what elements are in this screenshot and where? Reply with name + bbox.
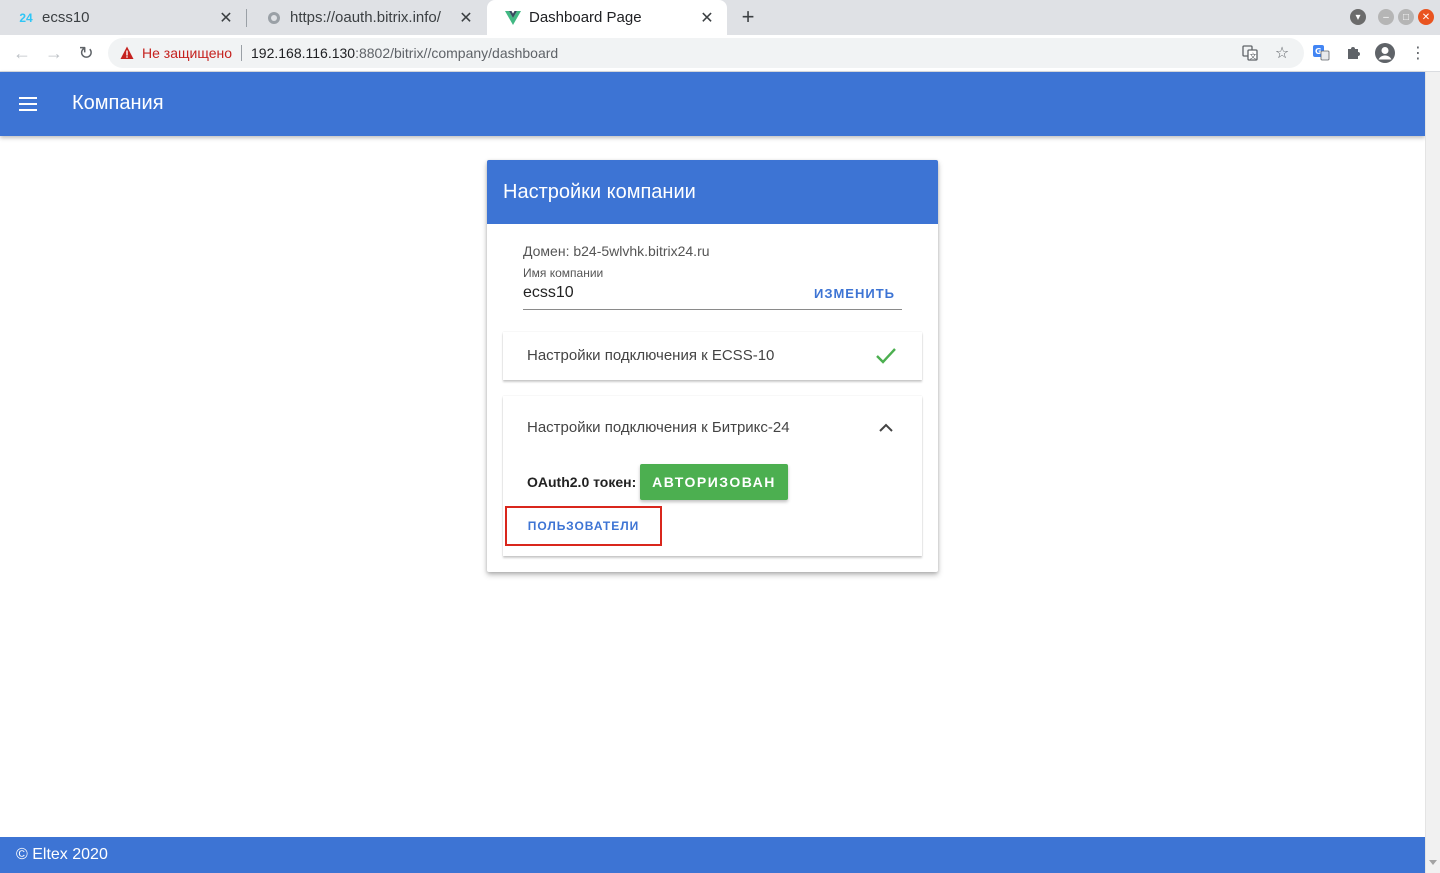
translate-icon[interactable]: 文 xyxy=(1238,38,1262,68)
close-tab-icon[interactable]: ✕ xyxy=(456,8,476,28)
company-name-field[interactable]: ecss10 xyxy=(523,284,574,302)
close-tab-icon[interactable]: ✕ xyxy=(697,8,717,28)
close-window-icon[interactable]: ✕ xyxy=(1418,9,1434,25)
vue-icon xyxy=(505,10,521,26)
maximize-window-icon[interactable]: □ xyxy=(1398,9,1414,25)
ecss-settings-panel[interactable]: Настройки подключения к ECSS-10 xyxy=(503,332,922,380)
reload-icon[interactable]: ↻ xyxy=(74,41,98,65)
footer-copyright: © Eltex 2020 xyxy=(16,846,108,863)
browser-tab-dashboard[interactable]: Dashboard Page ✕ xyxy=(487,0,727,35)
card-header: Настройки компании xyxy=(487,160,938,224)
tab-title: Dashboard Page xyxy=(529,9,642,26)
check-icon xyxy=(876,348,896,364)
address-bar[interactable]: Не защищено 192.168.116.130:8802/bitrix/… xyxy=(108,38,1304,68)
tab-separator xyxy=(246,9,247,27)
url-host: 192.168.116.130 xyxy=(251,45,356,61)
company-name-label: Имя компании xyxy=(523,266,604,280)
extensions-puzzle-icon[interactable] xyxy=(1341,41,1365,65)
card-title: Настройки компании xyxy=(503,181,696,203)
page-title: Компания xyxy=(72,92,164,114)
minimize-window-icon[interactable]: – xyxy=(1378,9,1394,25)
browser-tab-bar: 24 ecss10 ✕ https://oauth.bitrix.info/ ✕… xyxy=(0,0,1440,35)
tab-title: ecss10 xyxy=(42,9,90,26)
field-underline xyxy=(523,309,902,310)
panel-title[interactable]: Настройки подключения к Битрикс-24 xyxy=(527,419,790,436)
warning-icon xyxy=(120,46,134,59)
tab-title: https://oauth.bitrix.info/ xyxy=(290,9,441,26)
svg-text:G: G xyxy=(1315,47,1322,56)
browser-menu-icon[interactable]: ⋮ xyxy=(1406,41,1430,65)
profile-avatar-icon[interactable] xyxy=(1373,41,1397,65)
scroll-down-arrow-icon[interactable] xyxy=(1429,860,1437,865)
page-scrollbar[interactable] xyxy=(1425,72,1440,873)
hamburger-menu-icon[interactable] xyxy=(16,92,40,116)
bitrix24-favicon-icon: 24 xyxy=(19,10,33,25)
bookmark-star-icon[interactable]: ☆ xyxy=(1270,38,1294,68)
company-settings-card: Настройки компании Домен: b24-5wlvhk.bit… xyxy=(487,160,938,572)
browser-tab-oauth[interactable]: https://oauth.bitrix.info/ ✕ xyxy=(248,0,486,35)
globe-icon xyxy=(266,10,282,26)
chevron-up-icon[interactable] xyxy=(877,420,895,434)
bitrix-settings-panel: Настройки подключения к Битрикс-24 OAuth… xyxy=(503,396,922,556)
back-arrow-icon[interactable]: ← xyxy=(10,41,34,65)
forward-arrow-icon[interactable]: → xyxy=(42,41,66,65)
panel-title: Настройки подключения к ECSS-10 xyxy=(527,347,775,364)
authorized-button[interactable]: АВТОРИЗОВАН xyxy=(640,464,788,500)
new-tab-button[interactable]: + xyxy=(736,4,760,29)
svg-text:文: 文 xyxy=(1250,52,1257,61)
url-path: :8802/bitrix//company/dashboard xyxy=(355,45,559,61)
change-button[interactable]: ИЗМЕНИТЬ xyxy=(807,286,902,306)
app-bar: Компания xyxy=(0,72,1425,136)
users-button[interactable]: ПОЛЬЗОВАТЕЛИ xyxy=(505,506,662,546)
tab-search-icon[interactable]: ▾ xyxy=(1350,9,1366,25)
browser-tab-ecss10[interactable]: 24 ecss10 ✕ xyxy=(0,0,246,35)
domain-text: Домен: b24-5wlvhk.bitrix24.ru xyxy=(523,243,710,259)
url-separator xyxy=(241,45,242,61)
security-status[interactable]: Не защищено xyxy=(142,45,232,61)
browser-toolbar: ← → ↻ Не защищено 192.168.116.130:8802/b… xyxy=(0,35,1440,72)
translate-extension-icon[interactable]: G xyxy=(1309,41,1333,65)
footer: © Eltex 2020 xyxy=(0,837,1425,873)
oauth-token-label: OAuth2.0 токен: xyxy=(527,474,637,490)
close-tab-icon[interactable]: ✕ xyxy=(216,8,236,28)
